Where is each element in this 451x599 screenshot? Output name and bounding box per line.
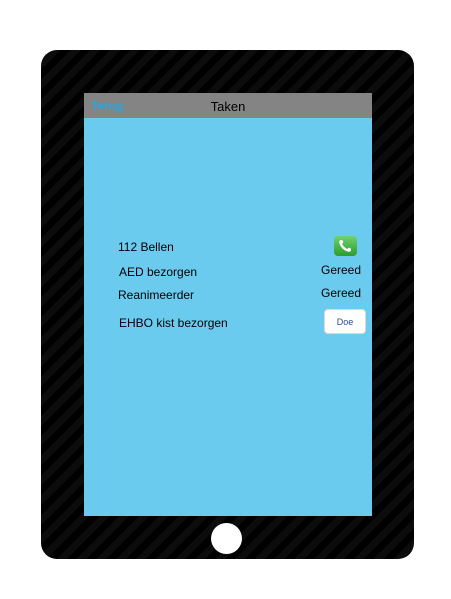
task-label: AED bezorgen — [119, 265, 198, 279]
task-row-call: 112 Bellen — [84, 236, 372, 260]
task-row-ehbo: EHBO kist bezorgen Doe — [84, 309, 372, 334]
call-button[interactable] — [334, 236, 357, 256]
page-title: Taken — [210, 99, 246, 114]
task-label: Reanimeerder — [118, 288, 195, 302]
status-text: Gereed — [321, 263, 362, 277]
status-text: Gereed — [321, 286, 362, 300]
do-button[interactable]: Doe — [324, 309, 366, 334]
home-button[interactable] — [211, 523, 242, 554]
phone-icon — [339, 240, 351, 252]
navigation-bar: Terug Taken — [84, 93, 372, 118]
task-row-aed: AED bezorgen Gereed — [84, 261, 372, 285]
task-label: 112 Bellen — [118, 240, 174, 254]
task-label: EHBO kist bezorgen — [119, 316, 228, 330]
task-row-reanimeerder: Reanimeerder Gereed — [84, 284, 372, 308]
app-screen: Terug Taken 112 Bellen AED bezorgen Gere… — [84, 93, 372, 516]
